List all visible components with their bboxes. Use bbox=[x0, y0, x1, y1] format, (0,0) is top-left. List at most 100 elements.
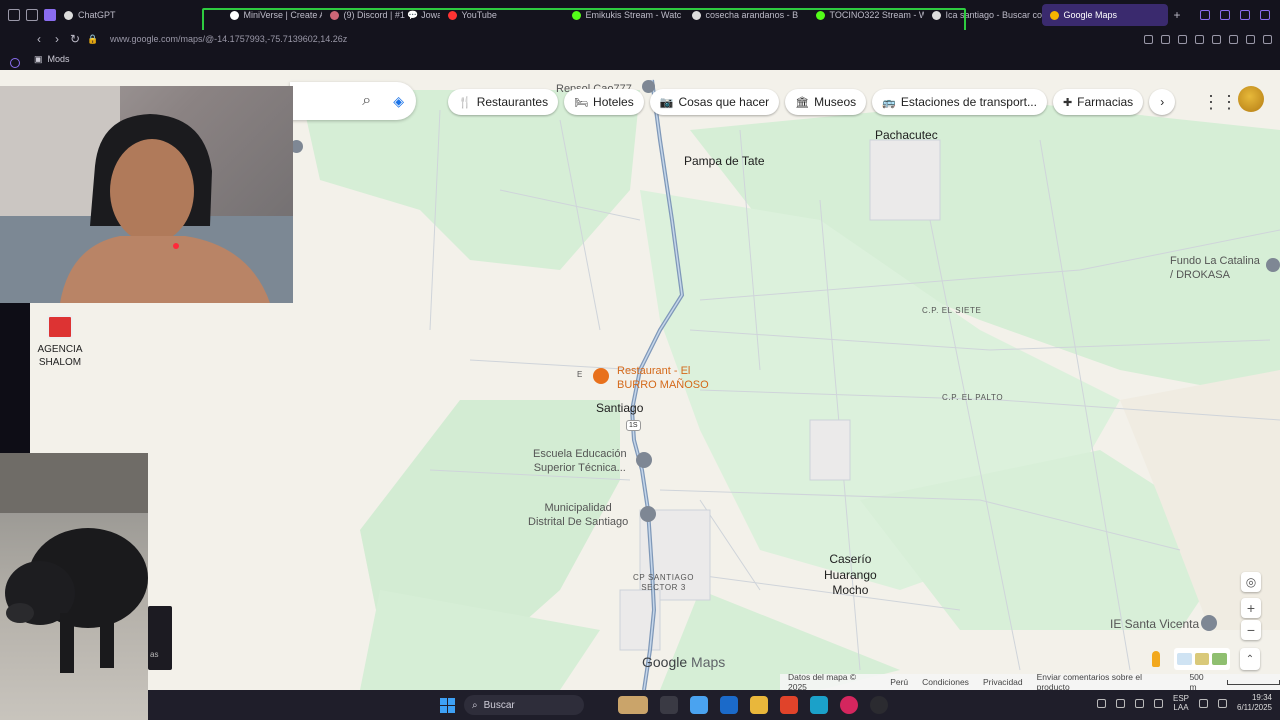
mic-icon[interactable] bbox=[1134, 698, 1144, 708]
url-field[interactable]: www.google.com/maps/@-14.1757993,-75.713… bbox=[110, 34, 347, 44]
zoom-out-button[interactable]: − bbox=[1241, 620, 1261, 640]
google-maps-favicon-icon bbox=[1049, 10, 1059, 20]
edge-icon[interactable] bbox=[810, 696, 828, 714]
chip-restaurantes[interactable]: 🍴 Restaurantes bbox=[448, 89, 559, 115]
tab-manager-icon[interactable] bbox=[26, 9, 38, 21]
tab-youtube[interactable]: YouTube bbox=[440, 4, 564, 26]
chip-museos[interactable]: 🏛 Museos bbox=[785, 89, 867, 115]
snapshot-icon[interactable] bbox=[1178, 34, 1187, 44]
place-escuela[interactable]: Escuela Educación Superior Técnica... bbox=[533, 447, 627, 476]
school-marker-icon[interactable] bbox=[636, 452, 652, 468]
chip-hoteles[interactable]: 🛏 Hoteles bbox=[564, 89, 644, 115]
place-municipalidad[interactable]: Municipalidad Distrital De Santiago bbox=[528, 501, 628, 530]
brave-icon[interactable] bbox=[780, 696, 798, 714]
desktop-icon-agencia-shalom[interactable]: AGENCIA SHALOM bbox=[30, 303, 90, 383]
menu-icon[interactable] bbox=[1263, 34, 1272, 44]
volume-icon[interactable] bbox=[1153, 698, 1163, 708]
maximize-icon[interactable] bbox=[1240, 10, 1250, 20]
pin-icon[interactable] bbox=[1161, 34, 1170, 44]
chip-label: Cosas que hacer bbox=[678, 95, 770, 109]
tab-cosecha[interactable]: cosecha arandanos - B bbox=[684, 4, 808, 26]
copilot-icon[interactable] bbox=[690, 696, 708, 714]
zoom-icon[interactable] bbox=[1144, 34, 1153, 44]
close-icon[interactable] bbox=[1260, 10, 1270, 20]
taskbar-search[interactable]: ⌕ Buscar bbox=[464, 695, 584, 715]
download-icon[interactable] bbox=[1246, 34, 1255, 44]
forward-icon[interactable]: › bbox=[48, 32, 66, 46]
task-view-icon[interactable] bbox=[660, 696, 678, 714]
tab-kick-tocino[interactable]: TOCINO322 Stream - W bbox=[808, 4, 924, 26]
collapse-icon[interactable]: ⌃ bbox=[1240, 648, 1260, 670]
place-fundo-la-catalina[interactable]: Fundo La Catalina / DROKASA bbox=[1170, 254, 1260, 283]
heart-icon[interactable] bbox=[1212, 34, 1221, 44]
search-box[interactable]: ⌕ ◈ bbox=[290, 82, 416, 120]
language-indicator[interactable]: ESP LAA bbox=[1173, 694, 1189, 713]
tab-label: TOCINO322 Stream - W bbox=[829, 10, 924, 20]
layers-button[interactable] bbox=[1174, 648, 1230, 670]
my-location-icon[interactable]: ◎ bbox=[1241, 572, 1261, 592]
scale-label[interactable]: 500 m bbox=[1189, 672, 1212, 690]
terms-link[interactable]: Condiciones bbox=[922, 677, 969, 687]
tab-ica-santiago[interactable]: Ica santiago - Buscar co bbox=[924, 4, 1042, 26]
place-restaurant-burro[interactable]: Restaurant - El BURRO MAÑOSO bbox=[617, 364, 709, 393]
store-icon[interactable] bbox=[720, 696, 738, 714]
widgets-icon[interactable] bbox=[618, 696, 648, 714]
workspaces-icon[interactable] bbox=[8, 9, 20, 21]
discord-favicon-icon bbox=[329, 10, 339, 20]
privacy-link[interactable]: Privacidad bbox=[983, 677, 1023, 687]
place-santiago[interactable]: Santiago bbox=[596, 401, 643, 417]
youtube-favicon-icon bbox=[447, 10, 457, 20]
tab-discord[interactable]: (9) Discord | #1 💬 Jowa bbox=[322, 4, 440, 26]
wifi-icon[interactable] bbox=[1199, 698, 1208, 708]
account-avatar[interactable] bbox=[1238, 86, 1264, 112]
clock[interactable]: 19:34 6/11/2025 bbox=[1237, 693, 1272, 714]
country-link[interactable]: Perú bbox=[890, 677, 908, 687]
chip-estaciones[interactable]: 🚌 Estaciones de transport... bbox=[872, 89, 1047, 115]
player-icon[interactable] bbox=[1195, 34, 1204, 44]
chip-cosas-que-hacer[interactable]: 📷 Cosas que hacer bbox=[649, 89, 780, 115]
chevron-up-icon[interactable] bbox=[1096, 698, 1106, 708]
directions-icon[interactable]: ◈ bbox=[393, 93, 404, 110]
place-ie-santa-vicenta[interactable]: IE Santa Vicenta bbox=[1110, 617, 1199, 633]
place-pampa-de-tate[interactable]: Pampa de Tate bbox=[684, 154, 765, 170]
government-marker-icon[interactable] bbox=[640, 506, 656, 522]
small-window-thumbnail[interactable]: as bbox=[148, 606, 172, 670]
back-icon[interactable]: ‹ bbox=[30, 32, 48, 46]
chips-next-button[interactable]: › bbox=[1149, 89, 1176, 115]
messenger-icon[interactable] bbox=[10, 58, 20, 68]
app-icon[interactable] bbox=[870, 696, 888, 714]
school-marker-icon[interactable] bbox=[1201, 615, 1217, 631]
poi-marker-icon[interactable] bbox=[1266, 258, 1280, 272]
file-explorer-icon[interactable] bbox=[750, 696, 768, 714]
windows-start-icon[interactable] bbox=[440, 698, 455, 713]
tab-miniverse[interactable]: MiniVerse | Create Ama bbox=[222, 4, 322, 26]
tab-kick-emikukis[interactable]: Emikukis Stream - Watc bbox=[564, 4, 684, 26]
search-tabs-icon[interactable] bbox=[1200, 10, 1210, 20]
profile-icon[interactable] bbox=[1229, 34, 1238, 44]
zoom-in-button[interactable]: + bbox=[1241, 598, 1261, 618]
pegman-icon[interactable] bbox=[1146, 648, 1166, 670]
add-icon[interactable] bbox=[44, 9, 56, 21]
new-tab-button[interactable]: + bbox=[1174, 8, 1181, 22]
minimize-icon[interactable] bbox=[1220, 10, 1230, 20]
place-cp-el-siete[interactable]: C.P. EL SIETE bbox=[922, 306, 981, 316]
bookmark-mods[interactable]: Mods bbox=[48, 54, 70, 64]
place-pachacutec[interactable]: Pachacutec bbox=[875, 128, 938, 144]
opera-gx-icon[interactable] bbox=[840, 696, 858, 714]
chip-farmacias[interactable]: ✚ Farmacias bbox=[1052, 89, 1144, 115]
tab-google-maps[interactable]: Google Maps bbox=[1041, 4, 1168, 26]
chatgpt-favicon-icon bbox=[64, 10, 73, 20]
browser-tab-bar: ChatGPT MiniVerse | Create Ama (9) Disco… bbox=[0, 0, 1280, 30]
network-icon[interactable] bbox=[1115, 698, 1125, 708]
feedback-link[interactable]: Enviar comentarios sobre el producto bbox=[1037, 672, 1176, 690]
place-cp-santiago[interactable]: CP SANTIAGO SECTOR 3 bbox=[633, 573, 694, 594]
battery-icon[interactable] bbox=[1218, 698, 1227, 708]
lang-line1: ESP bbox=[1172, 693, 1189, 703]
tab-chatgpt[interactable]: ChatGPT bbox=[56, 4, 124, 26]
place-caserio-huarango-mocho[interactable]: Caserío Huarango Mocho bbox=[824, 552, 877, 599]
place-cp-el-palto[interactable]: C.P. EL PALTO bbox=[942, 393, 1003, 403]
caserio-line1: Caserío bbox=[829, 552, 872, 566]
search-icon[interactable]: ⌕ bbox=[362, 92, 371, 110]
reload-icon[interactable]: ↻ bbox=[66, 32, 84, 46]
restaurant-marker-icon[interactable] bbox=[593, 368, 609, 384]
